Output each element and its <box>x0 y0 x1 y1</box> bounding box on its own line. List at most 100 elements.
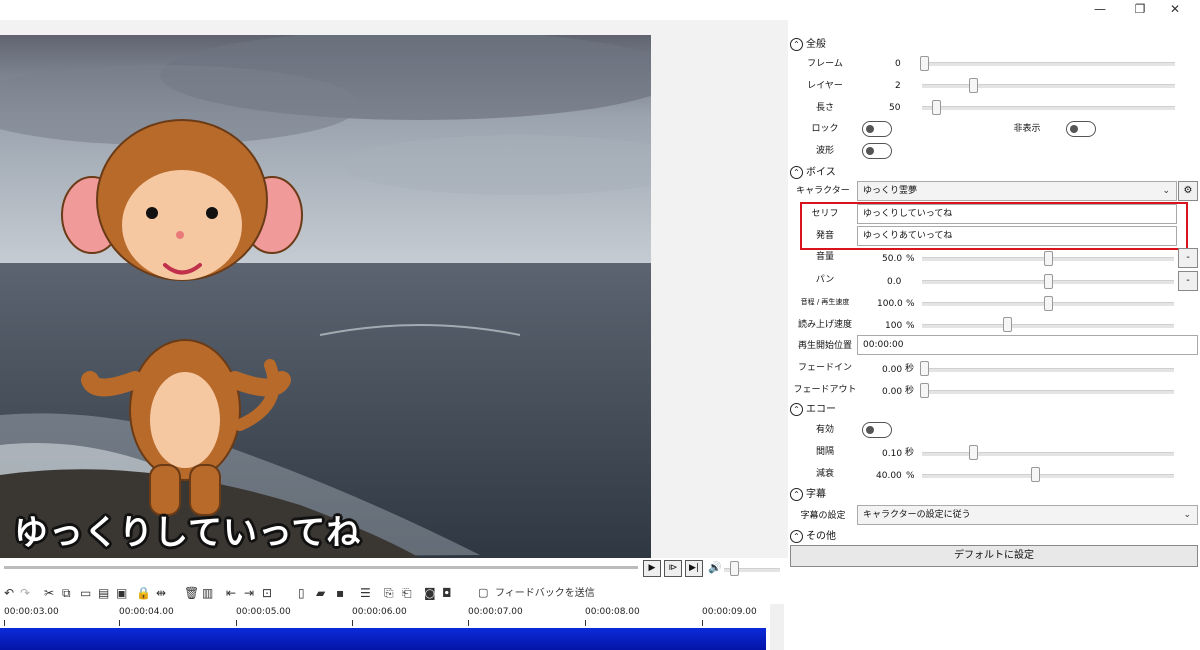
collapse-icon[interactable]: ⌃ <box>790 38 803 51</box>
restore-icon[interactable]: ❐ <box>1125 0 1155 18</box>
echo-decay-slider[interactable] <box>922 474 1174 478</box>
feedback-label[interactable]: フィードバックを送信 <box>495 586 595 602</box>
frame-slider-thumb[interactable] <box>920 56 929 71</box>
subtitle-setting-select[interactable]: キャラクターの設定に従う ⌄ <box>857 505 1198 525</box>
redo-icon[interactable]: ↷ <box>20 585 30 601</box>
echo-decay-slider-thumb[interactable] <box>1031 467 1040 482</box>
start-position-input[interactable]: 00:00:00 <box>857 335 1198 355</box>
step-button[interactable]: ⧐ <box>664 560 682 577</box>
character-select[interactable]: ゆっくり霊夢 ⌄ <box>857 181 1177 201</box>
fadeout-label: フェードアウト <box>793 385 857 395</box>
close-icon[interactable]: ✕ <box>1160 0 1190 18</box>
pan-value: 0.0 <box>887 277 902 287</box>
section-echo[interactable]: ⌃ エコー <box>790 403 836 417</box>
pan-minus-button[interactable]: - <box>1178 271 1198 291</box>
volume-unit: % <box>906 254 915 264</box>
echo-enabled-toggle[interactable] <box>862 422 892 438</box>
fadein-slider-thumb[interactable] <box>920 361 929 376</box>
paste-icon[interactable]: ▭ <box>80 585 91 601</box>
lock-label: ロック <box>811 124 839 134</box>
copy-icon[interactable]: ⧉ <box>62 585 71 601</box>
echo-enabled-label: 有効 <box>815 425 834 435</box>
ruler-tick-label: 00:00:08.00 <box>585 607 640 617</box>
feedback-icon[interactable]: ▢ <box>478 585 488 601</box>
frame-label: フレーム <box>807 59 843 69</box>
subtitle-setting-value: キャラクターの設定に従う <box>863 510 971 520</box>
lock-icon[interactable]: 🔒 <box>136 585 151 601</box>
seek-bar[interactable] <box>4 566 638 569</box>
split-right-icon[interactable]: ⇥ <box>244 585 254 601</box>
echo-interval-unit: 秒 <box>905 448 915 458</box>
pitch-slider-thumb[interactable] <box>1044 296 1053 311</box>
read-speed-slider[interactable] <box>922 324 1174 328</box>
fadeout-slider[interactable] <box>922 390 1174 394</box>
hidden-toggle[interactable] <box>1066 121 1096 137</box>
echo-interval-slider-thumb[interactable] <box>969 445 978 460</box>
lock-toggle[interactable] <box>862 121 892 137</box>
undo-icon[interactable]: ↶ <box>4 585 14 601</box>
settings-list-icon[interactable]: ☰ <box>360 585 371 601</box>
length-label: 長さ <box>815 103 834 113</box>
length-slider-thumb[interactable] <box>932 100 941 115</box>
waveform-label: 波形 <box>815 146 834 156</box>
volume-minus-button[interactable]: - <box>1178 248 1198 268</box>
split-left-icon[interactable]: ⇤ <box>226 585 236 601</box>
echo-decay-label: 減衰 <box>815 469 834 479</box>
volume-prop-slider-thumb[interactable] <box>1044 251 1053 266</box>
hidden-label: 非表示 <box>1013 124 1041 134</box>
length-value: 50 <box>889 103 901 113</box>
preview-scene <box>0 35 651 558</box>
pan-slider-thumb[interactable] <box>1044 274 1053 289</box>
collapse-icon[interactable]: ⌃ <box>790 403 803 416</box>
timeline-toolbar: ↶ ↷ ✂ ⧉ ▭ ▤ ▣ 🔒 ⇹ 🗑 ▥ ⇤ ⇥ ⊡ ▯ ▰ ▪ ☰ ⎘ ⎗ … <box>0 582 788 604</box>
volume-icon[interactable]: 🔊 <box>708 560 722 576</box>
frame-slider[interactable] <box>922 62 1175 66</box>
new-file-icon[interactable]: ▯ <box>298 585 305 601</box>
fadein-value: 0.00 <box>882 365 903 375</box>
volume-slider-thumb[interactable] <box>730 561 739 576</box>
snap-icon[interactable]: ⇹ <box>156 585 166 601</box>
section-voice[interactable]: ⌃ ボイス <box>790 166 836 180</box>
export-video-icon[interactable]: ⎗ <box>402 585 412 601</box>
video-preview[interactable]: ゆっくりしていってね <box>0 35 651 558</box>
section-other[interactable]: ⌃ その他 <box>790 530 836 544</box>
timeline-track[interactable] <box>0 628 766 650</box>
fit-icon[interactable]: ⊡ <box>262 585 272 601</box>
timeline-scrollbar[interactable] <box>770 604 784 650</box>
fadein-slider[interactable] <box>922 368 1174 372</box>
minimize-icon[interactable]: — <box>1085 0 1115 18</box>
snapshot-icon[interactable]: ◘ <box>442 585 452 601</box>
select-icon[interactable]: ▣ <box>116 585 127 601</box>
ruler-tick-label: 00:00:04.00 <box>119 607 174 617</box>
fadeout-unit: 秒 <box>905 386 915 396</box>
character-settings-icon[interactable]: ⚙ <box>1178 181 1198 201</box>
play-button[interactable]: ▶ <box>643 560 661 577</box>
read-speed-slider-thumb[interactable] <box>1003 317 1012 332</box>
collapse-icon[interactable]: ⌃ <box>790 530 803 543</box>
export-icon[interactable]: ⎘ <box>384 585 394 601</box>
set-default-button[interactable]: デフォルトに設定 <box>790 545 1198 567</box>
section-general[interactable]: ⌃ 全般 <box>790 38 826 52</box>
open-folder-icon[interactable]: ▰ <box>316 585 325 601</box>
delete-all-icon[interactable]: ▥ <box>202 585 213 601</box>
cut-icon[interactable]: ✂ <box>44 585 54 601</box>
collapse-icon[interactable]: ⌃ <box>790 166 803 179</box>
fadeout-slider-thumb[interactable] <box>920 383 929 398</box>
waveform-toggle[interactable] <box>862 143 892 159</box>
duplicate-icon[interactable]: ▤ <box>98 585 109 601</box>
layer-slider-thumb[interactable] <box>969 78 978 93</box>
layer-slider[interactable] <box>922 84 1175 88</box>
section-subtitle[interactable]: ⌃ 字幕 <box>790 488 826 502</box>
ruler-tick <box>352 620 353 626</box>
collapse-icon[interactable]: ⌃ <box>790 488 803 501</box>
save-icon[interactable]: ▪ <box>336 585 344 601</box>
read-speed-label: 読み上げ速度 <box>797 320 852 330</box>
echo-interval-slider[interactable] <box>922 452 1174 456</box>
timeline-ruler[interactable]: 00:00:03.00 00:00:04.00 00:00:05.00 00:0… <box>0 604 788 628</box>
ruler-tick-label: 00:00:06.00 <box>352 607 407 617</box>
next-button[interactable]: ▶| <box>685 560 703 577</box>
ruler-tick-label: 00:00:07.00 <box>468 607 523 617</box>
delete-icon[interactable]: 🗑 <box>184 585 199 601</box>
length-slider[interactable] <box>922 106 1175 110</box>
camera-icon[interactable]: ◙ <box>424 585 436 601</box>
